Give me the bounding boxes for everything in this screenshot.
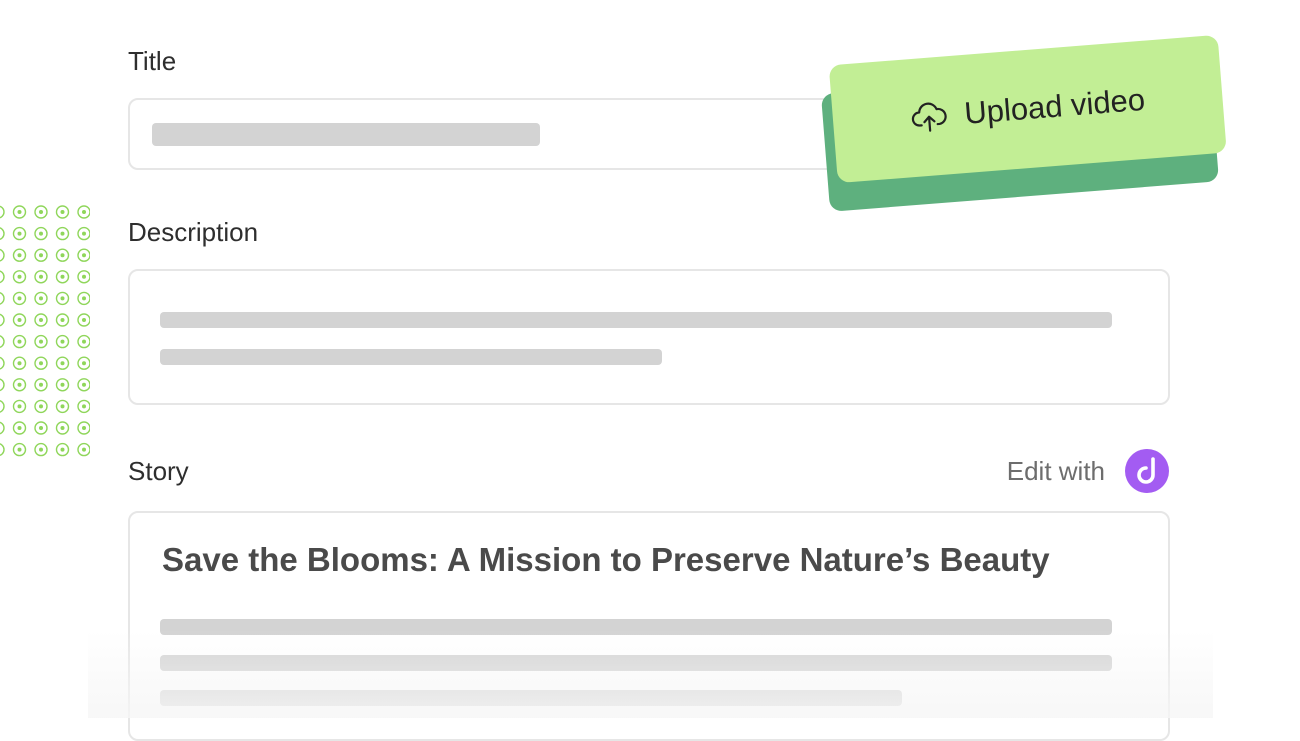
story-editor[interactable]: Save the Blooms: A Mission to Preserve N…: [128, 511, 1170, 741]
description-textarea[interactable]: [128, 269, 1170, 405]
upload-video-card: Upload video: [820, 34, 1234, 216]
title-input[interactable]: [128, 98, 848, 170]
description-label: Description: [128, 217, 259, 247]
description-placeholder-bar: [160, 349, 662, 365]
story-label: Story: [128, 456, 189, 486]
dot-pattern: [0, 200, 90, 460]
story-placeholder-bar: [160, 619, 1112, 635]
story-placeholder-bar: [160, 690, 902, 706]
title-label: Title: [128, 46, 177, 76]
story-heading: Save the Blooms: A Mission to Preserve N…: [162, 541, 1050, 578]
edit-with-label: Edit with: [1006, 456, 1105, 486]
description-placeholder-bar: [160, 312, 1112, 328]
cloud-upload-icon: [911, 102, 947, 132]
d-logo-icon[interactable]: [1125, 449, 1169, 493]
title-placeholder-bar: [152, 123, 540, 146]
story-placeholder-bar: [160, 655, 1112, 671]
upload-video-label: Upload video: [963, 81, 1147, 131]
